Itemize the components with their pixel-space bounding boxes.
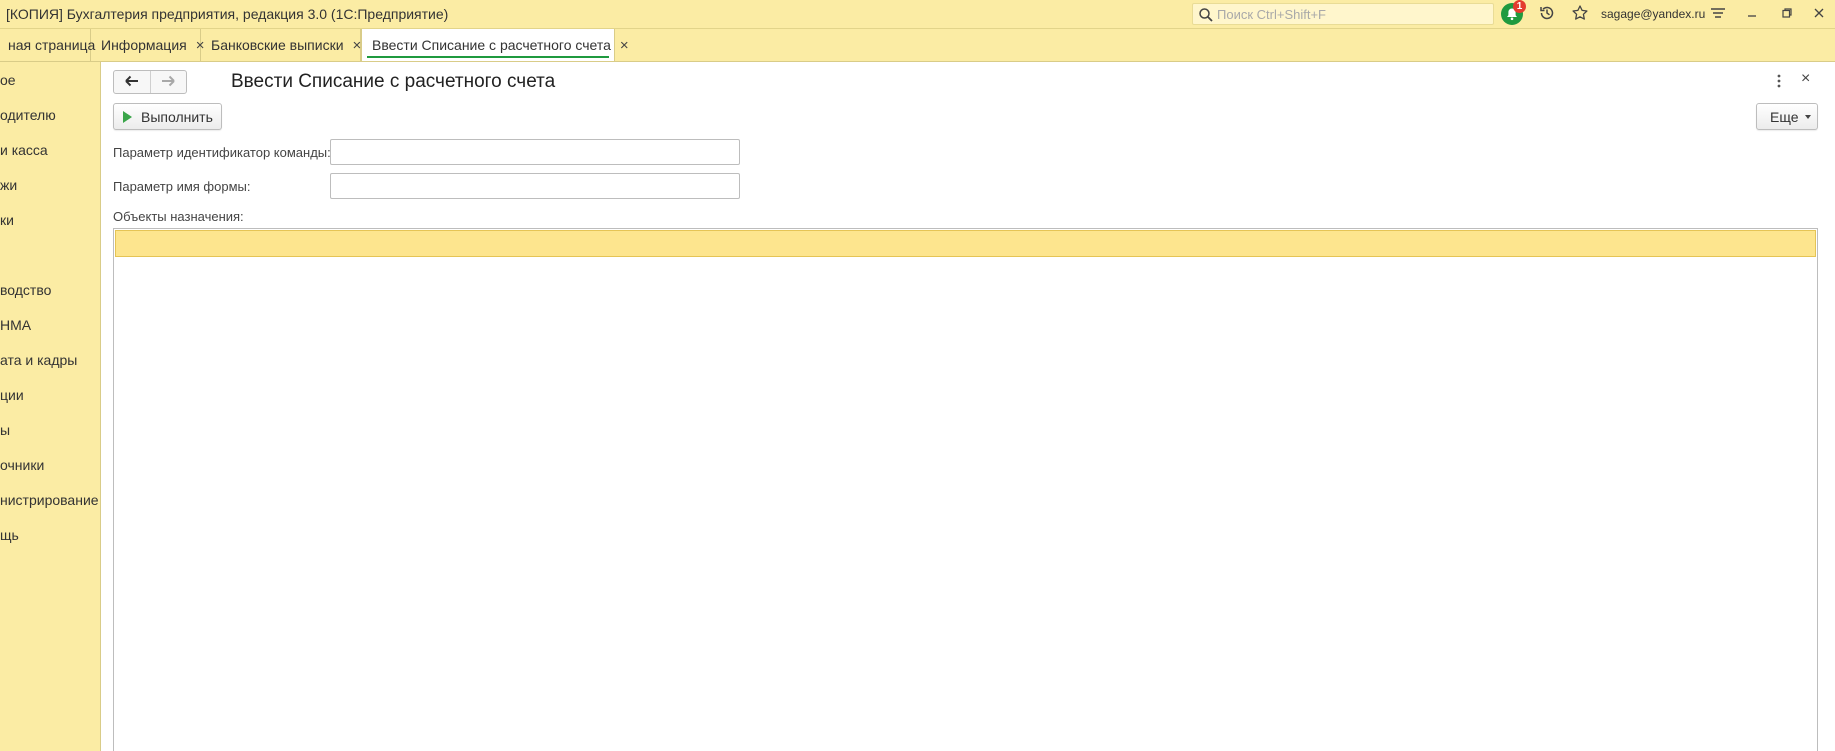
sidebar-item-reports[interactable]: ы: [0, 422, 10, 438]
execute-label: Выполнить: [141, 108, 213, 125]
more-button[interactable]: Еще: [1756, 103, 1818, 130]
sidebar-item-sales[interactable]: жи: [0, 177, 17, 193]
main-menu-button[interactable]: [1707, 3, 1729, 25]
kebab-menu-icon: [1771, 74, 1787, 93]
arrow-right-icon: [160, 74, 176, 90]
more-label: Еще: [1770, 108, 1799, 125]
sections-sidebar: ое одителю и касса жи ки водство НМА ата…: [0, 62, 101, 751]
menu-icon: [1709, 4, 1727, 25]
tab-close-icon[interactable]: ×: [620, 37, 629, 54]
tab-label: ная страница: [8, 37, 96, 53]
sidebar-item-os-nma[interactable]: НМА: [0, 317, 31, 333]
open-tabs-bar: ная страница Информация × Банковские вып…: [0, 29, 1835, 62]
sidebar-item-production[interactable]: водство: [0, 282, 51, 298]
history-navigation: [113, 70, 187, 94]
restore-icon: [1780, 6, 1794, 23]
history-button[interactable]: [1536, 3, 1558, 25]
notification-badge: 1: [1513, 0, 1526, 13]
arrow-left-icon: [124, 74, 140, 90]
tab-close-icon[interactable]: ×: [353, 37, 362, 54]
app-title: [КОПИЯ] Бухгалтерия предприятия, редакци…: [6, 6, 449, 22]
sidebar-item-directories[interactable]: очники: [0, 457, 44, 473]
close-icon: [1812, 6, 1826, 23]
minimize-icon: [1745, 6, 1759, 23]
execute-button[interactable]: Выполнить: [113, 103, 222, 130]
form-actions-button[interactable]: [1771, 72, 1787, 90]
sidebar-item-manager[interactable]: одителю: [0, 107, 56, 123]
restore-button[interactable]: [1776, 3, 1798, 25]
title-bar: [КОПИЯ] Бухгалтерия предприятия, редакци…: [0, 0, 1835, 29]
param-command-input[interactable]: [330, 139, 740, 165]
tab-bank-statements[interactable]: Банковские выписки ×: [201, 29, 361, 61]
tab-home[interactable]: ная страница: [0, 29, 95, 61]
param-form-label: Параметр имя формы:: [113, 179, 251, 194]
param-form-input[interactable]: [330, 173, 740, 199]
table-row[interactable]: [115, 230, 1816, 257]
tab-label: Ввести Списание с расчетного счета: [372, 37, 611, 53]
notifications-button[interactable]: 1: [1501, 0, 1526, 25]
param-command-label: Параметр идентификатор команды:: [113, 145, 331, 160]
global-search[interactable]: Поиск Ctrl+Shift+F: [1192, 3, 1494, 25]
forward-button[interactable]: [149, 71, 187, 93]
sidebar-item-purchases[interactable]: ки: [0, 212, 14, 228]
sidebar-item-main[interactable]: ое: [0, 72, 16, 88]
objects-label: Объекты назначения:: [113, 209, 244, 224]
minimize-button[interactable]: [1741, 3, 1763, 25]
back-button[interactable]: [114, 71, 150, 93]
search-placeholder: Поиск Ctrl+Shift+F: [1217, 7, 1326, 22]
history-icon: [1538, 4, 1556, 25]
search-icon: [1198, 7, 1214, 23]
user-name[interactable]: sagage@yandex.ru: [1601, 7, 1705, 21]
play-icon: [123, 110, 132, 123]
tab-write-off-current-account[interactable]: Ввести Списание с расчетного счета ×: [361, 29, 629, 61]
sidebar-item-administration[interactable]: нистрирование: [0, 492, 99, 508]
sidebar-item-operations[interactable]: ции: [0, 387, 24, 403]
chevron-down-icon: [1804, 114, 1811, 119]
sidebar-item-bank-cash[interactable]: и касса: [0, 142, 48, 158]
form-close-button[interactable]: ×: [1801, 70, 1810, 88]
sidebar-item-help[interactable]: щь: [0, 527, 19, 543]
form-title: Ввести Списание с расчетного счета: [231, 71, 556, 92]
tab-information[interactable]: Информация ×: [91, 29, 204, 61]
star-icon: [1571, 4, 1589, 25]
window-close-button[interactable]: [1808, 3, 1830, 25]
tab-label: Информация: [101, 37, 187, 53]
tab-label: Банковские выписки: [211, 37, 344, 53]
favorites-button[interactable]: [1569, 3, 1591, 25]
objects-table[interactable]: [113, 228, 1818, 751]
sidebar-item-salary-hr[interactable]: ата и кадры: [0, 352, 77, 368]
